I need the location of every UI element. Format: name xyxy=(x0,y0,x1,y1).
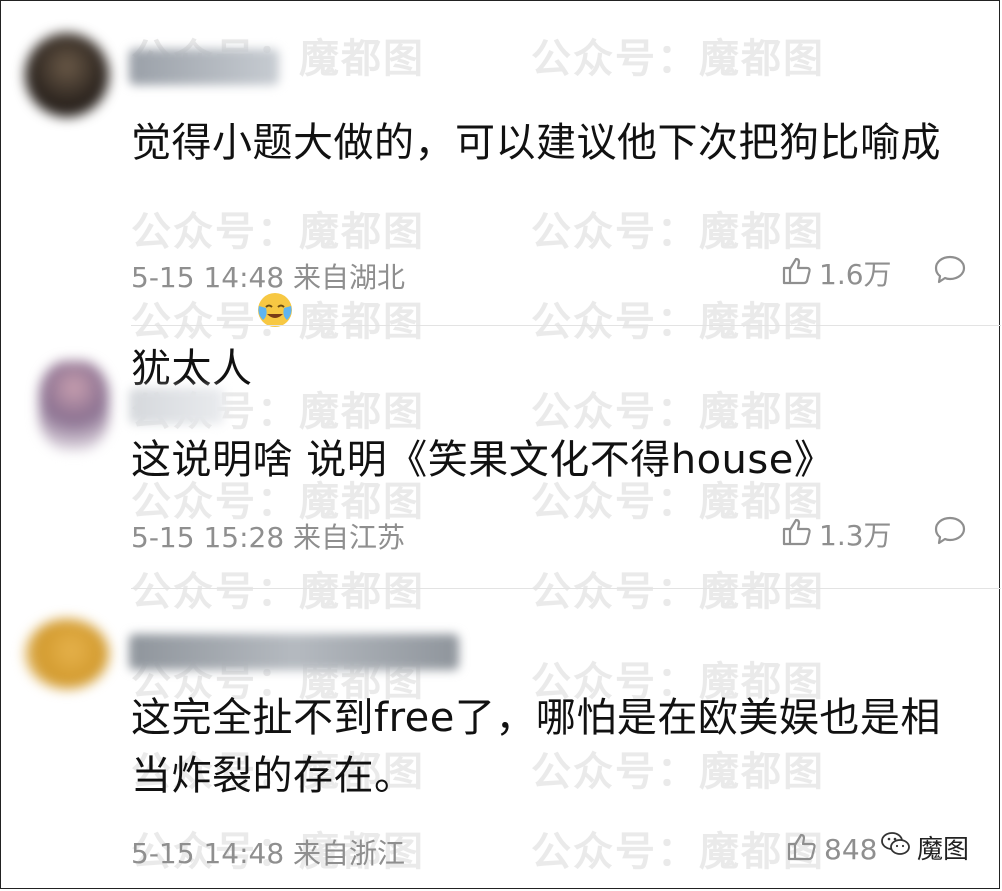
comment-item: 这说明啥 说明《笑果文化不得house》 5-15 15:28 来自江苏 1.3… xyxy=(1,326,1001,589)
like-count: 1.3万 xyxy=(819,519,892,552)
crying-laughing-emoji-icon xyxy=(255,172,295,327)
comment-location: 来自浙江 xyxy=(293,837,406,870)
username-blurred[interactable] xyxy=(129,634,459,670)
avatar[interactable] xyxy=(39,361,109,451)
like-count: 848 xyxy=(824,833,878,866)
username-blurred[interactable] xyxy=(129,388,224,424)
wechat-icon xyxy=(881,831,911,864)
comment-location: 来自湖北 xyxy=(293,261,406,294)
comment-bubble-icon[interactable] xyxy=(933,254,967,290)
thumbs-up-icon xyxy=(781,254,813,293)
like-button[interactable]: 1.6万 xyxy=(781,253,892,293)
thumbs-up-icon xyxy=(786,830,818,869)
avatar[interactable] xyxy=(25,619,109,689)
comment-time: 5-15 15:28 xyxy=(131,521,285,554)
comment-meta: 5-15 14:48 来自浙江 xyxy=(131,832,405,872)
username-blurred[interactable] xyxy=(129,49,279,85)
comment-text: 这说明啥 说明《笑果文化不得house》 xyxy=(131,437,835,483)
brand-label: 魔图 xyxy=(916,835,969,865)
comment-item: 觉得小题大做的，可以建议他下次把狗比喻成犹太人 5-15 14:48 来自湖北 … xyxy=(1,1,1001,392)
brand-watermark: 魔图 xyxy=(876,827,973,868)
comment-item: 这完全扯不到free了，哪怕是在欧美娱也是相当炸裂的存在。 5-15 14:48… xyxy=(1,589,1001,890)
like-button[interactable]: 1.3万 xyxy=(781,514,892,554)
like-count: 1.6万 xyxy=(819,258,892,291)
comment-bubble-icon[interactable] xyxy=(933,515,967,551)
comment-text: 这完全扯不到free了，哪怕是在欧美娱也是相当炸裂的存在。 xyxy=(131,695,941,799)
avatar[interactable] xyxy=(25,33,109,117)
comment-time: 5-15 14:48 xyxy=(131,837,285,870)
like-button[interactable]: 848 xyxy=(786,830,877,869)
thumbs-up-icon xyxy=(781,515,813,554)
comment-meta: 5-15 14:48 来自湖北 xyxy=(131,256,405,296)
comment-meta: 5-15 15:28 来自江苏 xyxy=(131,516,405,556)
comment-location: 来自江苏 xyxy=(293,521,406,554)
comment-time: 5-15 14:48 xyxy=(131,261,285,294)
comment-list: 公众号：魔都图 公众号：魔都图 公众号：魔都图 公众号：魔都图 公众号：魔都图 … xyxy=(0,0,1001,890)
